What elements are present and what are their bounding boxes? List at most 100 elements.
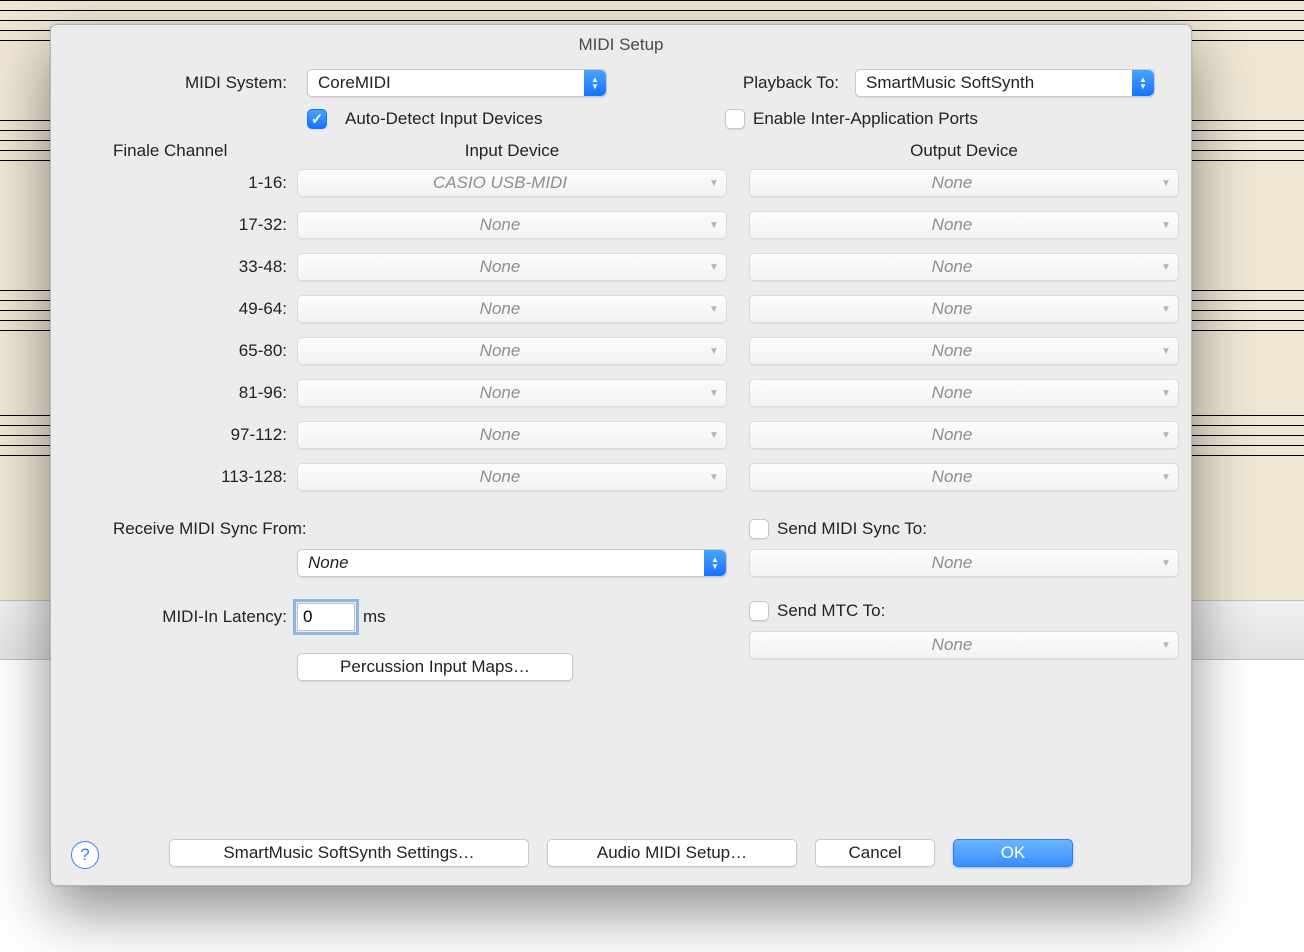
chevron-down-icon: ▲▼: [1154, 296, 1178, 322]
receive-sync-label: Receive MIDI Sync From:: [87, 519, 727, 539]
receive-sync-popup[interactable]: None ▲▼: [297, 549, 727, 577]
send-mtc-value: None: [750, 635, 1154, 655]
enable-iap-label: Enable Inter-Application Ports: [753, 109, 978, 129]
receive-sync-value: None: [298, 553, 704, 573]
midi-system-value: CoreMIDI: [308, 73, 584, 93]
channel-row: 17-32:None▲▼None▲▼: [87, 211, 1155, 239]
output-device-value: None: [750, 425, 1154, 445]
chevron-up-down-icon: ▲▼: [584, 70, 606, 96]
channel-row: 113-128:None▲▼None▲▼: [87, 463, 1155, 491]
input-device-popup[interactable]: None▲▼: [297, 211, 727, 239]
output-device-value: None: [750, 341, 1154, 361]
output-device-value: None: [750, 299, 1154, 319]
playback-to-label: Playback To:: [743, 73, 845, 93]
input-device-value: None: [298, 467, 702, 487]
autodetect-label: Auto-Detect Input Devices: [345, 109, 542, 129]
input-device-value: CASIO USB-MIDI: [298, 173, 702, 193]
send-sync-value: None: [750, 553, 1154, 573]
chevron-down-icon: ▲▼: [702, 464, 726, 490]
input-device-popup[interactable]: None▲▼: [297, 421, 727, 449]
output-device-popup[interactable]: None▲▼: [749, 169, 1179, 197]
latency-input[interactable]: [297, 603, 355, 631]
input-device-popup[interactable]: None▲▼: [297, 379, 727, 407]
chevron-down-icon: ▲▼: [1154, 212, 1178, 238]
chevron-down-icon: ▲▼: [702, 170, 726, 196]
chevron-down-icon: ▲▼: [702, 212, 726, 238]
output-device-value: None: [750, 173, 1154, 193]
chevron-down-icon: ▲▼: [702, 338, 726, 364]
chevron-down-icon: ▲▼: [1154, 338, 1178, 364]
chevron-down-icon: ▲▼: [702, 380, 726, 406]
autodetect-checkbox[interactable]: [307, 109, 327, 129]
send-sync-label: Send MIDI Sync To:: [777, 519, 927, 539]
chevron-down-icon: ▲▼: [1154, 550, 1178, 576]
output-device-popup[interactable]: None▲▼: [749, 379, 1179, 407]
input-device-value: None: [298, 257, 702, 277]
input-device-value: None: [298, 425, 702, 445]
send-mtc-checkbox[interactable]: [749, 601, 769, 621]
channel-range-label: 97-112:: [87, 425, 297, 445]
chevron-down-icon: ▲▼: [1154, 170, 1178, 196]
audio-midi-setup-button[interactable]: Audio MIDI Setup…: [547, 839, 797, 867]
send-mtc-popup[interactable]: None ▲▼: [749, 631, 1179, 659]
latency-unit: ms: [363, 607, 386, 627]
midi-system-popup[interactable]: CoreMIDI ▲▼: [307, 69, 607, 97]
input-device-value: None: [298, 383, 702, 403]
percussion-maps-button[interactable]: Percussion Input Maps…: [297, 653, 573, 681]
cancel-button[interactable]: Cancel: [815, 839, 935, 867]
send-sync-checkbox[interactable]: [749, 519, 769, 539]
output-device-value: None: [750, 257, 1154, 277]
chevron-down-icon: ▲▼: [1154, 254, 1178, 280]
latency-label: MIDI-In Latency:: [87, 607, 297, 627]
channel-range-label: 17-32:: [87, 215, 297, 235]
output-device-value: None: [750, 383, 1154, 403]
midi-system-label: MIDI System:: [87, 73, 297, 93]
input-device-popup[interactable]: None▲▼: [297, 337, 727, 365]
chevron-down-icon: ▲▼: [702, 422, 726, 448]
channel-row: 65-80:None▲▼None▲▼: [87, 337, 1155, 365]
input-device-popup[interactable]: CASIO USB-MIDI▲▼: [297, 169, 727, 197]
channel-row: 97-112:None▲▼None▲▼: [87, 421, 1155, 449]
channel-row: 49-64:None▲▼None▲▼: [87, 295, 1155, 323]
chevron-down-icon: ▲▼: [1154, 632, 1178, 658]
input-device-value: None: [298, 299, 702, 319]
dialog-title: MIDI Setup: [51, 25, 1191, 69]
chevron-down-icon: ▲▼: [702, 254, 726, 280]
send-mtc-label: Send MTC To:: [777, 601, 885, 621]
output-device-popup[interactable]: None▲▼: [749, 463, 1179, 491]
softsynth-settings-button[interactable]: SmartMusic SoftSynth Settings…: [169, 839, 529, 867]
input-device-popup[interactable]: None▲▼: [297, 295, 727, 323]
channel-range-label: 49-64:: [87, 299, 297, 319]
chevron-up-down-icon: ▲▼: [704, 550, 726, 576]
output-device-popup[interactable]: None▲▼: [749, 337, 1179, 365]
chevron-down-icon: ▲▼: [1154, 464, 1178, 490]
chevron-up-down-icon: ▲▼: [1132, 70, 1154, 96]
output-device-popup[interactable]: None▲▼: [749, 253, 1179, 281]
chevron-down-icon: ▲▼: [1154, 422, 1178, 448]
channel-row: 33-48:None▲▼None▲▼: [87, 253, 1155, 281]
ok-button[interactable]: OK: [953, 839, 1073, 867]
input-device-value: None: [298, 215, 702, 235]
output-device-popup[interactable]: None▲▼: [749, 211, 1179, 239]
enable-iap-checkbox[interactable]: [725, 109, 745, 129]
channel-range-label: 81-96:: [87, 383, 297, 403]
chevron-down-icon: ▲▼: [1154, 380, 1178, 406]
chevron-down-icon: ▲▼: [702, 296, 726, 322]
input-device-popup[interactable]: None▲▼: [297, 253, 727, 281]
channel-range-label: 1-16:: [87, 173, 297, 193]
input-device-header: Input Device: [297, 141, 727, 161]
playback-to-popup[interactable]: SmartMusic SoftSynth ▲▼: [855, 69, 1155, 97]
channel-row: 1-16:CASIO USB-MIDI▲▼ None ▲▼: [87, 169, 1155, 197]
output-device-value: None: [750, 215, 1154, 235]
input-device-value: None: [298, 341, 702, 361]
output-device-value: None: [750, 467, 1154, 487]
output-device-popup[interactable]: None▲▼: [749, 295, 1179, 323]
send-sync-popup[interactable]: None ▲▼: [749, 549, 1179, 577]
output-device-popup[interactable]: None▲▼: [749, 421, 1179, 449]
channel-range-label: 33-48:: [87, 257, 297, 277]
input-device-popup[interactable]: None▲▼: [297, 463, 727, 491]
midi-setup-dialog: MIDI Setup MIDI System: CoreMIDI ▲▼ Play…: [50, 24, 1192, 886]
playback-to-value: SmartMusic SoftSynth: [856, 73, 1132, 93]
output-device-header: Output Device: [749, 141, 1179, 161]
channel-range-label: 113-128:: [87, 467, 297, 487]
